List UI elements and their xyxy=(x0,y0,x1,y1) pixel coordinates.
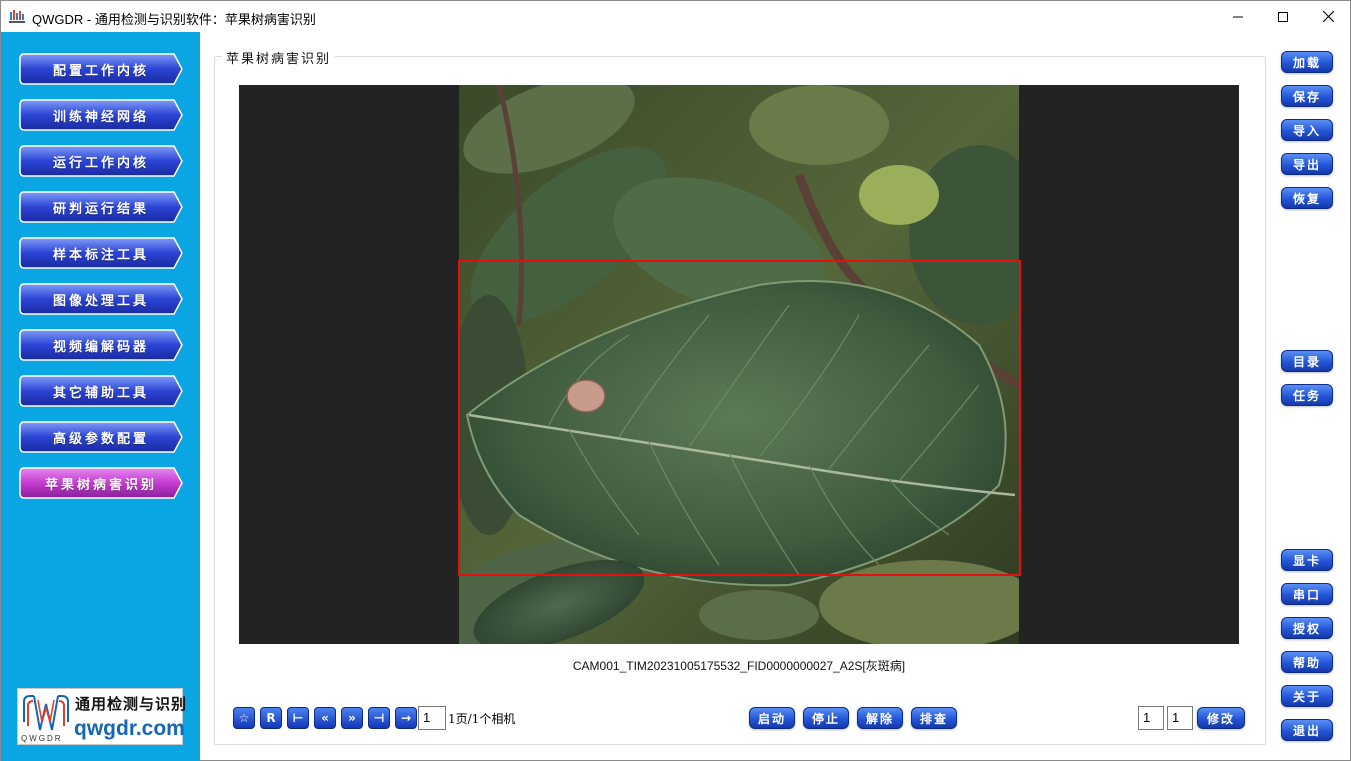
minimize-icon xyxy=(1233,16,1243,17)
sidebar-item-label: 训练神经网络 xyxy=(52,109,149,125)
close-icon xyxy=(1322,11,1334,22)
serial-port-button[interactable]: 串口 xyxy=(1281,583,1333,605)
save-button[interactable]: 保存 xyxy=(1281,85,1333,107)
gpu-button[interactable]: 显卡 xyxy=(1281,549,1333,571)
app-icon xyxy=(9,10,25,23)
task-button[interactable]: 任务 xyxy=(1281,384,1333,406)
window-title: QWGDR - 通用检测与识别软件：苹果树病害识别 xyxy=(32,12,316,27)
page-info: 1页/1个相机 xyxy=(448,712,516,726)
sidebar-item-label: 高级参数配置 xyxy=(52,431,149,447)
app-window: QWGDR - 通用检测与识别软件：苹果树病害识别 配置工作内核 训练神经网络 运行… xyxy=(0,0,1351,761)
sidebar-item-6[interactable]: 图像处理工具 xyxy=(18,282,184,316)
field-a-input[interactable]: 1 xyxy=(1138,706,1164,730)
export-button[interactable]: 导出 xyxy=(1281,153,1333,175)
maximize-button[interactable] xyxy=(1260,1,1306,32)
sidebar-item-8[interactable]: 其它辅助工具 xyxy=(18,374,184,408)
load-button[interactable]: 加载 xyxy=(1281,51,1333,73)
title-bar: QWGDR - 通用检测与识别软件：苹果树病害识别 xyxy=(1,1,1350,32)
group-title: 苹果树病害识别 xyxy=(222,48,336,67)
maximize-icon xyxy=(1278,11,1288,22)
sidebar-item-label: 其它辅助工具 xyxy=(52,385,149,401)
sidebar: 配置工作内核 训练神经网络 运行工作内核 研判运行结果 样本标注工具 图像处理工具 视频编解… xyxy=(1,32,200,761)
directory-button[interactable]: 目录 xyxy=(1281,350,1333,372)
help-button[interactable]: 帮助 xyxy=(1281,651,1333,673)
sidebar-item-1[interactable]: 配置工作内核 xyxy=(18,52,184,86)
close-button[interactable] xyxy=(1305,1,1351,32)
sidebar-item-2[interactable]: 训练神经网络 xyxy=(18,98,184,132)
sidebar-item-label: 配置工作内核 xyxy=(52,63,149,79)
modify-button[interactable]: 修改 xyxy=(1197,707,1245,729)
logo-en-text: qwgdr.com xyxy=(74,717,185,740)
brand-logo: QWGDR 通用检测与识别 qwgdr.com xyxy=(17,688,186,745)
sidebar-item-label: 苹果树病害识别 xyxy=(44,477,157,493)
sidebar-item-label: 研判运行结果 xyxy=(52,201,149,217)
sidebar-item-5[interactable]: 样本标注工具 xyxy=(18,236,184,270)
exit-button[interactable]: 退出 xyxy=(1281,719,1333,741)
sidebar-item-label: 视频编解码器 xyxy=(52,339,149,355)
sidebar-item-4[interactable]: 研判运行结果 xyxy=(18,190,184,224)
sidebar-item-label: 样本标注工具 xyxy=(52,247,149,263)
image-viewer[interactable] xyxy=(239,85,1239,644)
image-caption: CAM001_TIM20231005175532_FID0000000027_A… xyxy=(572,659,906,673)
field-b-input[interactable]: 1 xyxy=(1167,706,1193,730)
logo-mark-icon xyxy=(23,695,69,731)
logo-mark-text: QWGDR xyxy=(21,734,63,743)
about-button[interactable]: 关于 xyxy=(1281,685,1333,707)
restore-button[interactable]: 恢复 xyxy=(1281,187,1333,209)
license-button[interactable]: 授权 xyxy=(1281,617,1333,639)
prev-icon[interactable]: « xyxy=(314,707,336,729)
release-button[interactable]: 解除 xyxy=(857,707,903,729)
sidebar-item-label: 运行工作内核 xyxy=(52,155,149,171)
first-icon[interactable]: ⊢ xyxy=(287,707,309,729)
last-icon[interactable]: ⊣ xyxy=(368,707,390,729)
detection-bounding-box xyxy=(458,260,1021,576)
next-icon[interactable]: » xyxy=(341,707,363,729)
minimize-button[interactable] xyxy=(1215,1,1261,32)
import-button[interactable]: 导入 xyxy=(1281,119,1333,141)
star-icon[interactable]: ☆ xyxy=(233,707,255,729)
logo-cn-text: 通用检测与识别 xyxy=(75,695,188,713)
stop-button[interactable]: 停止 xyxy=(803,707,849,729)
sidebar-item-9[interactable]: 高级参数配置 xyxy=(18,420,184,454)
sidebar-item-7[interactable]: 视频编解码器 xyxy=(18,328,184,362)
start-button[interactable]: 启动 xyxy=(749,707,795,729)
reset-icon[interactable]: R xyxy=(260,707,282,729)
check-button[interactable]: 排查 xyxy=(911,707,957,729)
sidebar-item-10[interactable]: 苹果树病害识别 xyxy=(18,466,184,500)
goto-icon[interactable]: → xyxy=(395,707,417,729)
sidebar-item-3[interactable]: 运行工作内核 xyxy=(18,144,184,178)
sidebar-item-label: 图像处理工具 xyxy=(52,293,149,309)
page-input[interactable]: 1 xyxy=(418,706,446,730)
